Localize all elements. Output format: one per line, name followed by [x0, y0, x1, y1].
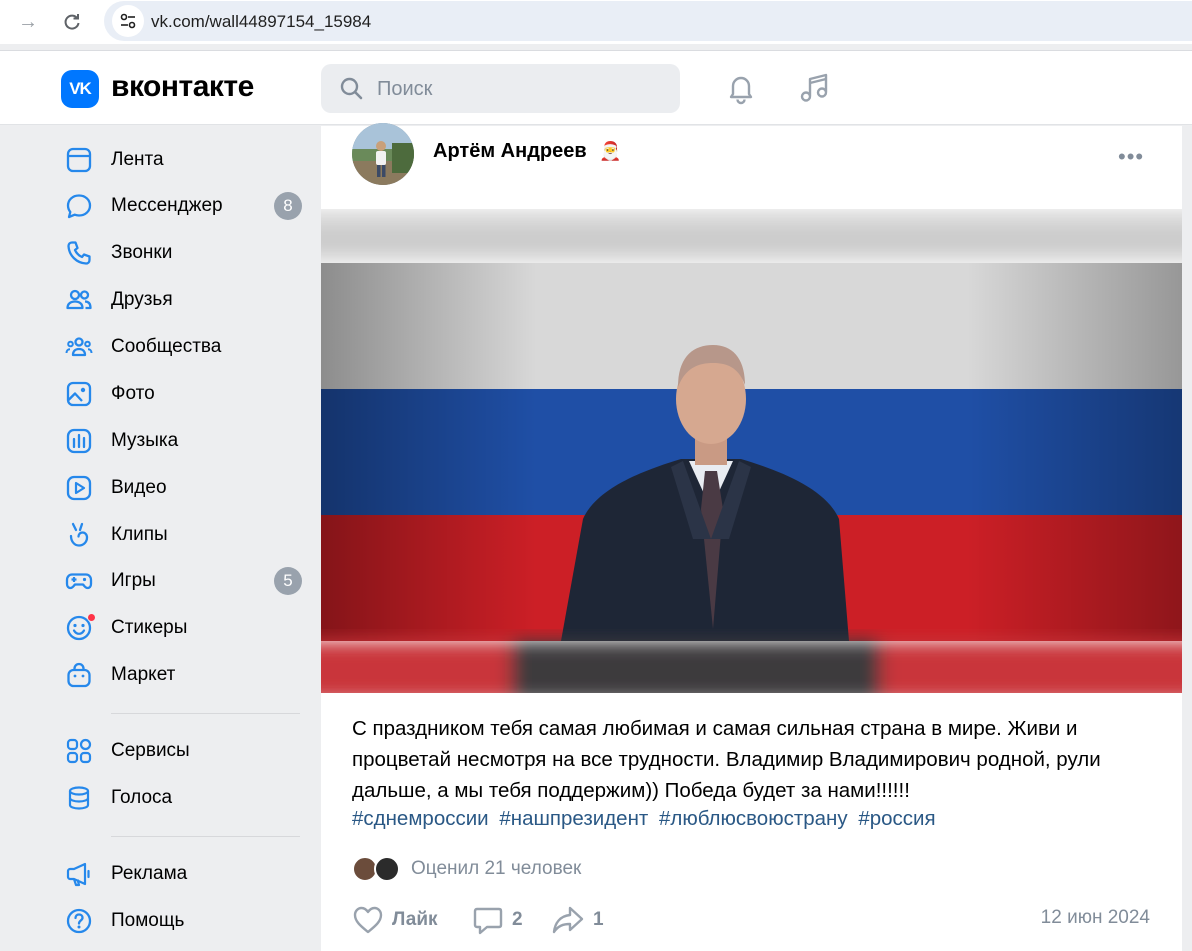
- sidebar-item-services[interactable]: Сервисы: [64, 733, 304, 769]
- sidebar-item-label: Помощь: [111, 910, 185, 931]
- communities-icon: [64, 332, 94, 362]
- comment-button[interactable]: 2: [472, 904, 523, 936]
- hashtag-link[interactable]: #россия: [858, 807, 935, 830]
- photo-icon: [64, 379, 94, 409]
- post-date[interactable]: 12 июн 2024: [1041, 907, 1150, 929]
- sidebar-item-ads[interactable]: Реклама: [64, 856, 304, 892]
- sidebar-item-label: Лента: [111, 149, 164, 170]
- left-sidebar: Лента Мессенджер 8 Звонки Друзья Сообщес…: [0, 126, 321, 951]
- notifications-bell-icon[interactable]: [724, 71, 758, 105]
- sidebar-item-label: Звонки: [111, 242, 173, 263]
- heart-icon: [353, 906, 383, 934]
- address-bar[interactable]: vk.com/wall44897154_15984: [104, 1, 1192, 41]
- unread-count-badge: 8: [274, 192, 302, 220]
- sidebar-item-friends[interactable]: Друзья: [64, 282, 304, 318]
- sidebar-item-votes[interactable]: Голоса: [64, 780, 304, 816]
- comment-icon: [473, 907, 503, 935]
- share-button[interactable]: 1: [551, 904, 604, 936]
- forward-icon[interactable]: →: [14, 8, 42, 36]
- sidebar-item-label: Сообщества: [111, 336, 222, 357]
- sidebar-item-label: Реклама: [111, 863, 188, 884]
- sidebar-item-label: Фото: [111, 383, 155, 404]
- stickers-icon: [64, 613, 96, 643]
- sidebar-item-communities[interactable]: Сообщества: [64, 329, 304, 365]
- post-author-name[interactable]: Артём Андреев: [433, 140, 587, 163]
- post-more-button[interactable]: •••: [1118, 144, 1144, 170]
- sidebar-item-clips[interactable]: Клипы: [64, 517, 304, 553]
- sidebar-item-label: Друзья: [111, 289, 173, 310]
- sidebar-item-label: Сервисы: [111, 740, 190, 761]
- music-icon: [64, 426, 94, 456]
- sidebar-divider: [111, 836, 300, 837]
- url-text: vk.com/wall44897154_15984: [151, 12, 372, 31]
- sidebar-item-stickers[interactable]: Стикеры: [64, 610, 304, 646]
- sidebar-item-calls[interactable]: Звонки: [64, 235, 304, 271]
- sidebar-divider: [111, 713, 300, 714]
- reload-icon[interactable]: [58, 8, 86, 36]
- shares-count: 1: [593, 909, 604, 930]
- sidebar-item-label: Маркет: [111, 664, 176, 685]
- feed-icon: [64, 145, 94, 175]
- post-photo[interactable]: [321, 209, 1182, 693]
- sidebar-item-label: Игры: [111, 570, 156, 591]
- new-indicator-dot: [87, 613, 96, 622]
- sidebar-item-label: Стикеры: [111, 617, 188, 638]
- liker-avatar: [374, 856, 400, 882]
- services-icon: [64, 736, 94, 766]
- search-placeholder: Поиск: [377, 78, 433, 100]
- sidebar-item-messenger[interactable]: Мессенджер 8: [64, 188, 304, 224]
- wall-post: Артём Андреев 🎅 ••• С праздником тебя са…: [321, 123, 1182, 951]
- post-text: С праздником тебя самая любимая и самая …: [352, 717, 1101, 802]
- like-label: Лайк: [392, 909, 438, 930]
- megaphone-icon: [64, 859, 94, 889]
- share-icon: [552, 906, 584, 934]
- sidebar-item-market[interactable]: Маркет: [64, 657, 304, 693]
- likers-avatars[interactable]: [352, 856, 402, 882]
- clips-icon: [64, 520, 94, 550]
- author-avatar[interactable]: [352, 123, 414, 185]
- site-settings-icon[interactable]: [112, 5, 144, 37]
- sidebar-item-label: Клипы: [111, 524, 168, 545]
- sidebar-item-photo[interactable]: Фото: [64, 376, 304, 412]
- sidebar-item-games[interactable]: Игры 5: [64, 563, 304, 599]
- phone-icon: [64, 238, 94, 268]
- like-button[interactable]: Лайк: [352, 904, 438, 936]
- sidebar-item-help[interactable]: Помощь: [64, 903, 304, 939]
- vk-header: VK вконтакте Поиск: [0, 51, 1192, 125]
- sidebar-item-label: Музыка: [111, 430, 179, 451]
- music-player-icon[interactable]: [797, 71, 831, 105]
- sidebar-item-feed[interactable]: Лента: [64, 142, 304, 178]
- market-icon: [64, 660, 94, 690]
- browser-toolbar: → vk.com/wall44897154_15984: [0, 0, 1192, 44]
- sidebar-item-label: Мессенджер: [111, 195, 223, 216]
- hashtag-link[interactable]: #нашпрезидент: [499, 807, 648, 830]
- games-count-badge: 5: [274, 567, 302, 595]
- sidebar-item-label: Голоса: [111, 787, 173, 808]
- author-status-emoji: 🎅: [599, 141, 622, 161]
- sidebar-item-music[interactable]: Музыка: [64, 423, 304, 459]
- search-icon: [340, 77, 363, 100]
- games-icon: [64, 566, 94, 596]
- post-hashtags: #сднемроссии #нашпрезидент #люблюсвоюстр…: [352, 807, 941, 831]
- help-icon: [64, 906, 94, 936]
- vk-logo-text[interactable]: вконтакте: [111, 70, 254, 104]
- sidebar-item-label: Видео: [111, 477, 167, 498]
- video-icon: [64, 473, 94, 503]
- likes-summary[interactable]: Оценил 21 человек: [411, 858, 581, 880]
- sidebar-item-video[interactable]: Видео: [64, 470, 304, 506]
- comments-count: 2: [512, 909, 523, 930]
- search-input[interactable]: Поиск: [321, 64, 680, 113]
- vk-logo-icon[interactable]: VK: [61, 70, 99, 108]
- messenger-icon: [64, 191, 94, 221]
- friends-icon: [64, 285, 94, 315]
- hashtag-link[interactable]: #люблюсвоюстрану: [659, 807, 848, 830]
- hashtag-link[interactable]: #сднемроссии: [352, 807, 489, 830]
- votes-icon: [64, 783, 94, 813]
